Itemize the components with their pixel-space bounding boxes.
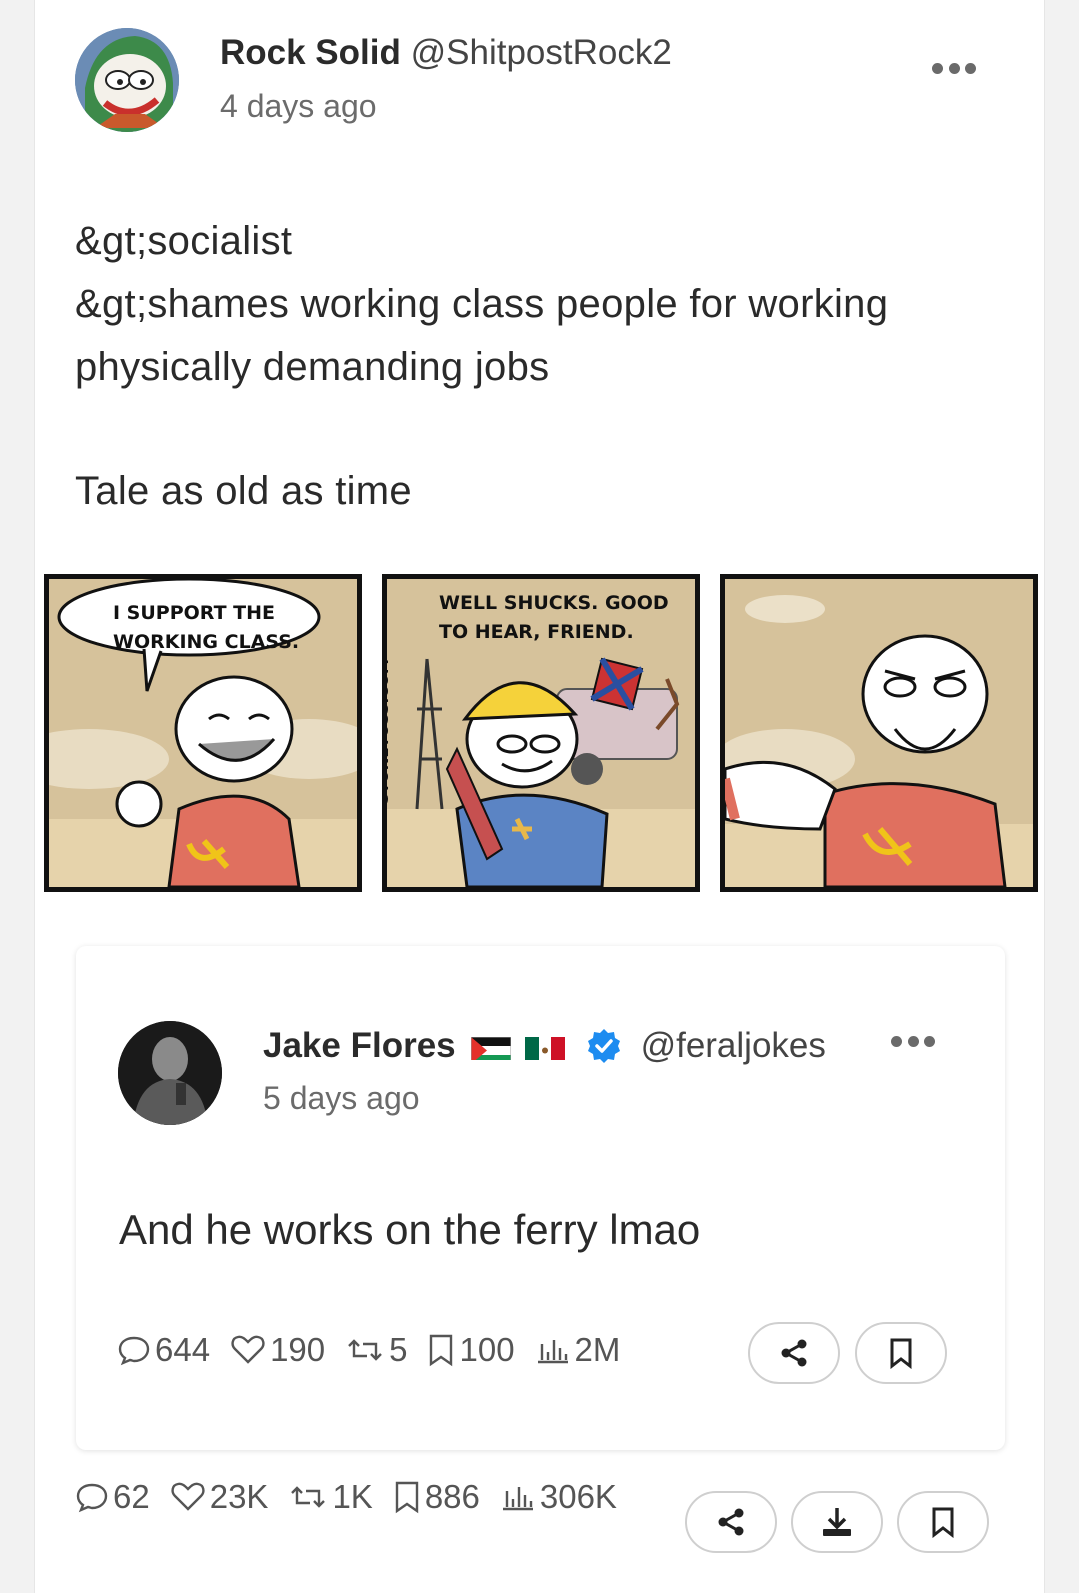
post-more-icon[interactable] [932,61,976,75]
post-comment-stat[interactable]: 62 [75,1478,150,1516]
comic-image[interactable]: I SUPPORT THE WORKING CLASS. WELL SHUCKS… [44,574,1038,892]
quoted-comment-count: 644 [155,1331,211,1368]
quoted-tweet[interactable]: Jake Flores @feraljokes 5 days ago And h… [76,946,1005,1450]
comic-panel-3 [720,574,1038,892]
post-author-line: Rock Solid @ShitpostRock2 [220,33,672,73]
quoted-bookmark-stat[interactable]: 100 [427,1331,515,1369]
quoted-views-stat[interactable]: 2M [535,1331,621,1369]
quoted-repost-stat[interactable]: 5 [345,1331,407,1369]
post-text: &gt;socialist &gt;shames working class p… [75,210,1015,523]
comic-panel-2: WELL SHUCKS. GOOD TO HEAR, FRIEND. STONE… [382,574,700,892]
verified-icon [585,1027,623,1065]
views-icon [502,1487,533,1511]
post-timestamp: 4 days ago [220,88,377,124]
post-views-stat[interactable]: 306K [500,1478,617,1516]
bookmark-icon [395,1481,419,1514]
heart-icon [171,1482,205,1511]
post-repost-count: 1K [332,1478,373,1515]
post-bookmark-count: 886 [424,1478,480,1515]
post-author-avatar[interactable] [75,28,179,132]
post-author-handle[interactable]: @ShitpostRock2 [411,33,672,72]
post-repost-stat[interactable]: 1K [288,1478,373,1516]
post-author-name[interactable]: Rock Solid [220,33,401,72]
download-icon [823,1508,851,1536]
comic-signature: STONETOSS.COM [382,659,392,804]
quoted-like-count: 190 [270,1331,326,1368]
quoted-author-avatar[interactable] [118,1021,222,1125]
post-bookmark-stat[interactable]: 886 [393,1478,480,1516]
post-card: Rock Solid @ShitpostRock2 4 days ago &gt… [34,0,1045,1593]
comment-icon [118,1336,150,1366]
post-text-line: &gt;socialist [75,219,293,263]
quoted-stats-bar: 644 190 5 100 2M [117,1331,640,1369]
post-text-tail: Tale as old as time [75,469,412,513]
quoted-views-count: 2M [574,1331,621,1368]
post-share-button[interactable] [685,1491,777,1553]
post-like-stat[interactable]: 23K [170,1478,269,1516]
quoted-share-button[interactable] [748,1322,840,1384]
quoted-author-handle[interactable]: @feraljokes [641,1026,826,1065]
quoted-repost-count: 5 [389,1331,408,1368]
bookmark-icon [430,1334,453,1367]
repost-icon [291,1486,326,1508]
quoted-author-name[interactable]: Jake Flores [263,1026,456,1065]
panel2-bubble-line: TO HEAR, FRIEND. [439,621,634,643]
quoted-like-stat[interactable]: 190 [230,1331,325,1369]
bookmark-icon [932,1507,954,1538]
quoted-more-icon[interactable] [891,1034,935,1048]
quoted-comment-stat[interactable]: 644 [117,1331,210,1369]
post-like-count: 23K [209,1478,269,1515]
post-comment-count: 62 [113,1478,150,1515]
post-views-count: 306K [539,1478,617,1515]
post-stats-bar: 62 23K 1K 886 306K [75,1478,637,1516]
repost-icon [348,1339,382,1361]
panel1-bubble-line: WORKING CLASS. [113,631,300,653]
share-icon [718,1508,744,1536]
quoted-text: And he works on the ferry lmao [119,1206,701,1253]
panel2-bubble-line: WELL SHUCKS. GOOD [439,592,669,614]
post-download-button[interactable] [791,1491,883,1553]
comic-panel-1: I SUPPORT THE WORKING CLASS. [44,574,362,892]
bookmark-icon [890,1338,912,1369]
panel1-bubble-line: I SUPPORT THE [113,602,275,624]
share-icon [781,1339,807,1367]
quoted-author-line: Jake Flores @feraljokes [263,1026,826,1066]
comment-icon [76,1483,108,1513]
palestine-flag-icon [471,1033,512,1060]
post-bookmark-button[interactable] [897,1491,989,1553]
quoted-timestamp: 5 days ago [263,1080,420,1116]
post-text-line: &gt;shames working class people for work… [75,282,889,326]
quoted-bookmark-button[interactable] [855,1322,947,1384]
post-text-line: physically demanding jobs [75,345,550,389]
heart-icon [231,1335,265,1364]
quoted-bookmark-count: 100 [459,1331,515,1368]
mexico-flag-icon [525,1033,566,1060]
views-icon [537,1340,568,1364]
